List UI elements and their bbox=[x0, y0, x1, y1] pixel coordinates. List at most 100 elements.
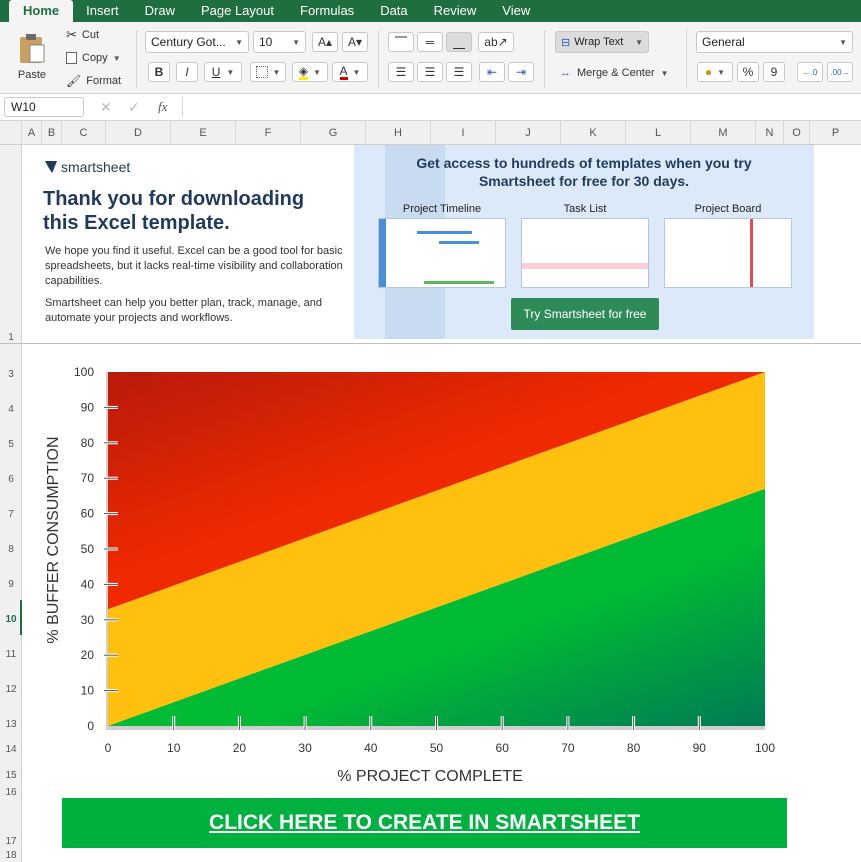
wrap-text-button[interactable]: ⊟ Wrap Text ▼ bbox=[555, 31, 649, 53]
x-tick-label: 0 bbox=[105, 741, 112, 755]
column-header[interactable]: N bbox=[756, 121, 784, 145]
column-header[interactable]: D bbox=[106, 121, 171, 145]
row-header[interactable]: 4 bbox=[0, 404, 22, 415]
column-header[interactable]: H bbox=[366, 121, 431, 145]
column-header[interactable]: J bbox=[496, 121, 561, 145]
currency-button[interactable]: ● ▼ bbox=[697, 62, 733, 82]
row-header[interactable]: 8 bbox=[0, 544, 22, 555]
align-top-button[interactable]: ⎺ bbox=[388, 32, 414, 52]
italic-button[interactable]: I bbox=[176, 62, 198, 82]
italic-label: I bbox=[185, 65, 189, 79]
banner-paragraph-2: Smartsheet can help you better plan, tra… bbox=[45, 297, 322, 324]
increase-decimal-button[interactable]: ←.0 bbox=[797, 62, 823, 82]
smartsheet-logo: smartsheet bbox=[45, 159, 130, 175]
copy-button[interactable]: Copy ▼ bbox=[66, 49, 121, 67]
paste-button[interactable]: Paste bbox=[10, 28, 54, 86]
orientation-button[interactable]: ab↗ bbox=[478, 32, 514, 52]
align-left-button[interactable]: ☰ bbox=[388, 62, 414, 82]
row-header[interactable]: 13 bbox=[0, 719, 22, 730]
column-header[interactable]: M bbox=[691, 121, 756, 145]
column-header[interactable]: E bbox=[171, 121, 236, 145]
merge-center-button[interactable]: ↔ Merge & Center ▼ bbox=[560, 64, 669, 82]
row-header[interactable]: 1 bbox=[0, 332, 22, 343]
project-timeline-thumbnail[interactable] bbox=[378, 218, 506, 288]
row-header[interactable]: 7 bbox=[0, 509, 22, 520]
align-right-button[interactable]: ☰ bbox=[446, 62, 472, 82]
row-header[interactable]: 14 bbox=[0, 744, 22, 755]
y-tick-label: 40 bbox=[81, 577, 95, 591]
column-header[interactable]: G bbox=[301, 121, 366, 145]
column-header[interactable]: C bbox=[62, 121, 106, 145]
percent-button[interactable]: % bbox=[737, 62, 759, 82]
row-header[interactable]: 9 bbox=[0, 579, 22, 590]
column-header[interactable]: F bbox=[236, 121, 301, 145]
align-top-icon: ⎺ bbox=[394, 34, 407, 49]
confirm-icon[interactable]: ✓ bbox=[128, 99, 140, 116]
bold-button[interactable]: B bbox=[148, 62, 170, 82]
project-board-thumbnail[interactable] bbox=[664, 218, 792, 288]
increase-indent-button[interactable]: ⇥ bbox=[508, 62, 534, 82]
x-tick-label: 40 bbox=[364, 741, 378, 755]
format-painter-button[interactable]: 🖌 Format bbox=[66, 72, 121, 90]
row-header[interactable]: 3 bbox=[0, 369, 22, 380]
row-header[interactable]: 10 bbox=[0, 614, 22, 625]
align-middle-button[interactable]: ═ bbox=[417, 32, 443, 52]
decrease-decimal-button[interactable]: .00→ bbox=[827, 62, 853, 82]
column-header[interactable]: K bbox=[561, 121, 626, 145]
row-header[interactable]: 5 bbox=[0, 439, 22, 450]
column-header[interactable]: L bbox=[626, 121, 691, 145]
tab-home[interactable]: Home bbox=[9, 0, 74, 22]
column-header[interactable]: O bbox=[784, 121, 810, 145]
paintbrush-icon: 🖌 bbox=[66, 74, 82, 88]
tab-review[interactable]: Review bbox=[421, 0, 490, 22]
increase-decimal-icon: ←.0 bbox=[802, 67, 818, 77]
align-bottom-button[interactable]: ⎽ bbox=[446, 32, 472, 52]
row-header[interactable]: 17 bbox=[0, 836, 22, 847]
number-format-select[interactable]: General ▼ bbox=[696, 31, 853, 53]
align-bottom-icon: ⎽ bbox=[452, 34, 465, 49]
column-header[interactable]: P bbox=[810, 121, 861, 145]
font-name-select[interactable]: Century Got... ▼ bbox=[145, 31, 249, 53]
divider bbox=[378, 30, 379, 88]
fx-label[interactable]: fx bbox=[158, 99, 167, 115]
select-all-corner[interactable] bbox=[0, 121, 22, 145]
row-header[interactable]: 15 bbox=[0, 770, 22, 781]
try-smartsheet-button[interactable]: Try Smartsheet for free bbox=[511, 298, 659, 330]
y-tick-label: 90 bbox=[81, 400, 95, 414]
decrease-indent-button[interactable]: ⇤ bbox=[479, 62, 505, 82]
column-header[interactable]: I bbox=[431, 121, 496, 145]
increase-font-size-button[interactable]: A▴ bbox=[312, 32, 338, 52]
formula-input[interactable] bbox=[182, 97, 857, 117]
font-name-value: Century Got... bbox=[151, 35, 226, 49]
column-header[interactable]: B bbox=[42, 121, 62, 145]
decrease-font-size-button[interactable]: A▾ bbox=[342, 32, 368, 52]
column-header[interactable]: A bbox=[22, 121, 42, 145]
tab-data[interactable]: Data bbox=[367, 0, 420, 22]
name-box[interactable]: W10 bbox=[4, 97, 84, 117]
tab-formulas[interactable]: Formulas bbox=[287, 0, 367, 22]
comma-button[interactable]: 9 bbox=[763, 62, 785, 82]
task-list-thumbnail[interactable] bbox=[521, 218, 649, 288]
align-center-button[interactable]: ☰ bbox=[417, 62, 443, 82]
chevron-down-icon: ▼ bbox=[292, 37, 300, 47]
tab-draw[interactable]: Draw bbox=[132, 0, 188, 22]
font-color-button[interactable]: A ▼ bbox=[332, 62, 368, 82]
borders-button[interactable]: ▼ bbox=[250, 62, 286, 82]
ribbon-tabs: Home Insert Draw Page Layout Formulas Da… bbox=[0, 0, 861, 22]
create-in-smartsheet-button[interactable]: CLICK HERE TO CREATE IN SMARTSHEET bbox=[62, 798, 787, 848]
row-header[interactable]: 11 bbox=[0, 649, 22, 660]
cancel-icon[interactable]: ✕ bbox=[100, 99, 112, 116]
underline-button[interactable]: U ▼ bbox=[204, 62, 242, 82]
tab-view[interactable]: View bbox=[489, 0, 543, 22]
tab-insert[interactable]: Insert bbox=[73, 0, 132, 22]
tab-page-layout[interactable]: Page Layout bbox=[188, 0, 287, 22]
row-header[interactable]: 12 bbox=[0, 684, 22, 695]
font-size-select[interactable]: 10 ▼ bbox=[253, 31, 306, 53]
row-header[interactable]: 6 bbox=[0, 474, 22, 485]
row-header[interactable]: 18 bbox=[0, 850, 22, 861]
x-tick-label: 100 bbox=[755, 741, 775, 755]
cut-button[interactable]: ✂ Cut bbox=[66, 26, 99, 44]
cta-label: CLICK HERE TO CREATE IN SMARTSHEET bbox=[209, 811, 640, 834]
row-header[interactable]: 16 bbox=[0, 787, 22, 798]
fill-color-button[interactable]: ◈ ▼ bbox=[292, 62, 328, 82]
